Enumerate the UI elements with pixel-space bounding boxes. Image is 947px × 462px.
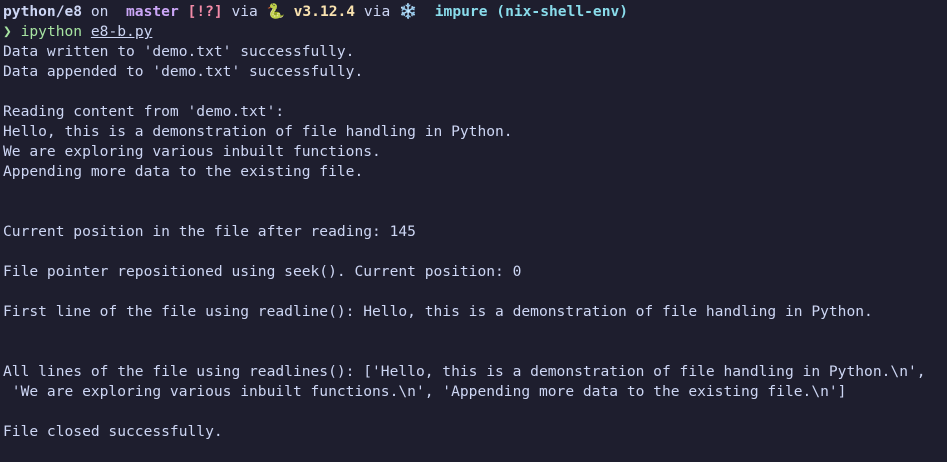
command-line[interactable]: ❯ ipython e8-b.py bbox=[3, 22, 947, 42]
output-line: Current position in the file after readi… bbox=[3, 223, 416, 240]
output-line: We are exploring various inbuilt functio… bbox=[3, 143, 381, 160]
output-line: Data written to 'demo.txt' successfully. bbox=[3, 43, 355, 60]
output-line: First line of the file using readline():… bbox=[3, 303, 873, 320]
output-line: Reading content from 'demo.txt': bbox=[3, 103, 285, 120]
nix-shell-env: impure (nix-shell-env) bbox=[417, 3, 629, 20]
terminal-window[interactable]: python/e8 on master [!?] via 🐍 v3.12.4 v… bbox=[0, 2, 947, 462]
output-line: 'We are exploring various inbuilt functi… bbox=[3, 383, 847, 400]
prompt-on-text: on bbox=[82, 3, 118, 20]
shell-prompt-line: python/e8 on master [!?] via 🐍 v3.12.4 v… bbox=[3, 2, 947, 22]
prompt-via-text: via bbox=[222, 3, 267, 20]
python-version: v3.12.4 bbox=[284, 3, 356, 20]
prompt-path: python/e8 bbox=[3, 3, 83, 20]
output-line: Data appended to 'demo.txt' successfully… bbox=[3, 63, 364, 80]
nix-snowflake-icon: ❄️ bbox=[399, 3, 418, 20]
prompt-caret-icon: ❯ bbox=[3, 23, 12, 40]
prompt-via-text-2: via bbox=[355, 3, 400, 20]
output-line: Appending more data to the existing file… bbox=[3, 163, 364, 180]
output-line: Hello, this is a demonstration of file h… bbox=[3, 123, 513, 140]
python-snake-icon: 🐍 bbox=[266, 3, 285, 20]
command-program: ipython bbox=[11, 23, 83, 40]
command-argument-file[interactable]: e8-b.py bbox=[91, 23, 153, 40]
output-line: File pointer repositioned using seek(). … bbox=[3, 263, 522, 280]
output-line: All lines of the file using readlines():… bbox=[3, 363, 926, 380]
git-branch-name: master bbox=[117, 3, 179, 20]
output-line: File closed successfully. bbox=[3, 423, 223, 440]
git-status: [!?] bbox=[178, 3, 223, 20]
